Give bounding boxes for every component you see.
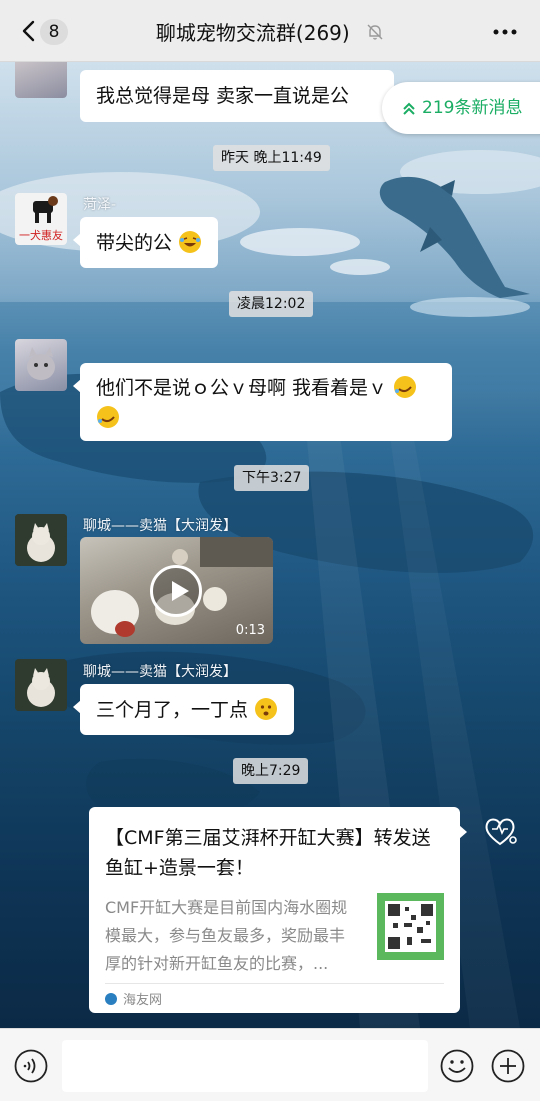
worried-emoji-icon [254,697,278,721]
link-card-title: 【CMF第三届艾湃杯开缸大赛】转发送鱼缸+造景一套！ [105,827,431,879]
source-logo-icon [105,993,117,1005]
avatar[interactable] [15,659,67,711]
new-messages-label: 219条新消息 [422,98,523,118]
double-chevron-up-icon [403,102,415,115]
message-input[interactable] [62,1040,428,1092]
video-duration: 0:13 [235,623,265,638]
emoji-icon[interactable] [440,1049,474,1083]
new-messages-button[interactable]: 219条新消息 [382,82,540,134]
input-bar [0,1028,540,1101]
link-card-source-label: 海友网 [123,993,163,1008]
message-text: 三个月了，一丁点 [96,699,249,721]
voice-input-icon[interactable] [14,1049,48,1083]
avatar[interactable] [15,339,67,391]
avatar[interactable] [15,62,67,98]
message-bubble[interactable]: 他们不是说ｏ公ｖ母啊 我看着是ｖ [73,363,452,441]
link-card-thumbnail [377,893,444,960]
message-text: 我总觉得是母 卖家一直说是公 [96,85,350,107]
divider [105,983,444,984]
timestamp: 凌晨12:02 [229,291,314,317]
link-card-description: CMF开缸大赛是目前国内海水圈规模最大，参与鱼友最多，奖励最丰厚的针对新开缸鱼友… [105,898,348,973]
message-text: 带尖的公 [96,232,173,254]
sender-name: 菏泽- [83,197,117,213]
timestamp: 晚上7:29 [233,758,309,784]
avatar-caption: 一犬惠友 [19,229,63,242]
rofl-emoji-icon [96,405,120,429]
message-text: 他们不是说ｏ公ｖ母啊 我看着是ｖ [96,377,388,399]
link-card-source: 海友网 [105,989,162,1008]
chat-title-container: 聊城宠物交流群(269) [0,17,540,46]
more-options-icon[interactable] [492,22,518,42]
avatar[interactable] [15,514,67,566]
cat-avatar-image [27,347,55,380]
heart-stethoscope-icon[interactable] [481,812,519,850]
cat-avatar-image [15,514,67,566]
message-bubble[interactable]: 带尖的公 [72,217,219,268]
timestamp: 下午3:27 [234,465,310,491]
message-bubble[interactable]: 我总觉得是母 卖家一直说是公 [80,70,394,122]
chat-title: 聊城宠物交流群(269) [155,21,350,45]
cat-avatar-image [15,659,67,711]
link-card[interactable]: 【CMF第三届艾湃杯开缸大赛】转发送鱼缸+造景一套！ CMF开缸大赛是目前国内海… [89,807,467,1013]
avatar[interactable]: 一犬惠友 [15,193,67,245]
timestamp: 昨天 晚上11:49 [213,145,330,171]
plus-icon[interactable] [491,1049,525,1083]
mute-bell-icon [367,24,383,40]
play-button-icon[interactable] [150,565,202,617]
laughing-emoji-icon [178,230,202,254]
rofl-emoji-icon [393,375,417,399]
sender-name: 聊城——卖猫【大润发】 [83,518,237,534]
sender-name: 聊城——卖猫【大润发】 [83,664,237,680]
message-bubble[interactable]: 三个月了，一丁点 [72,684,295,735]
chat-header: 8 聊城宠物交流群(269) [0,0,540,62]
video-message[interactable]: 0:13 [80,537,273,644]
